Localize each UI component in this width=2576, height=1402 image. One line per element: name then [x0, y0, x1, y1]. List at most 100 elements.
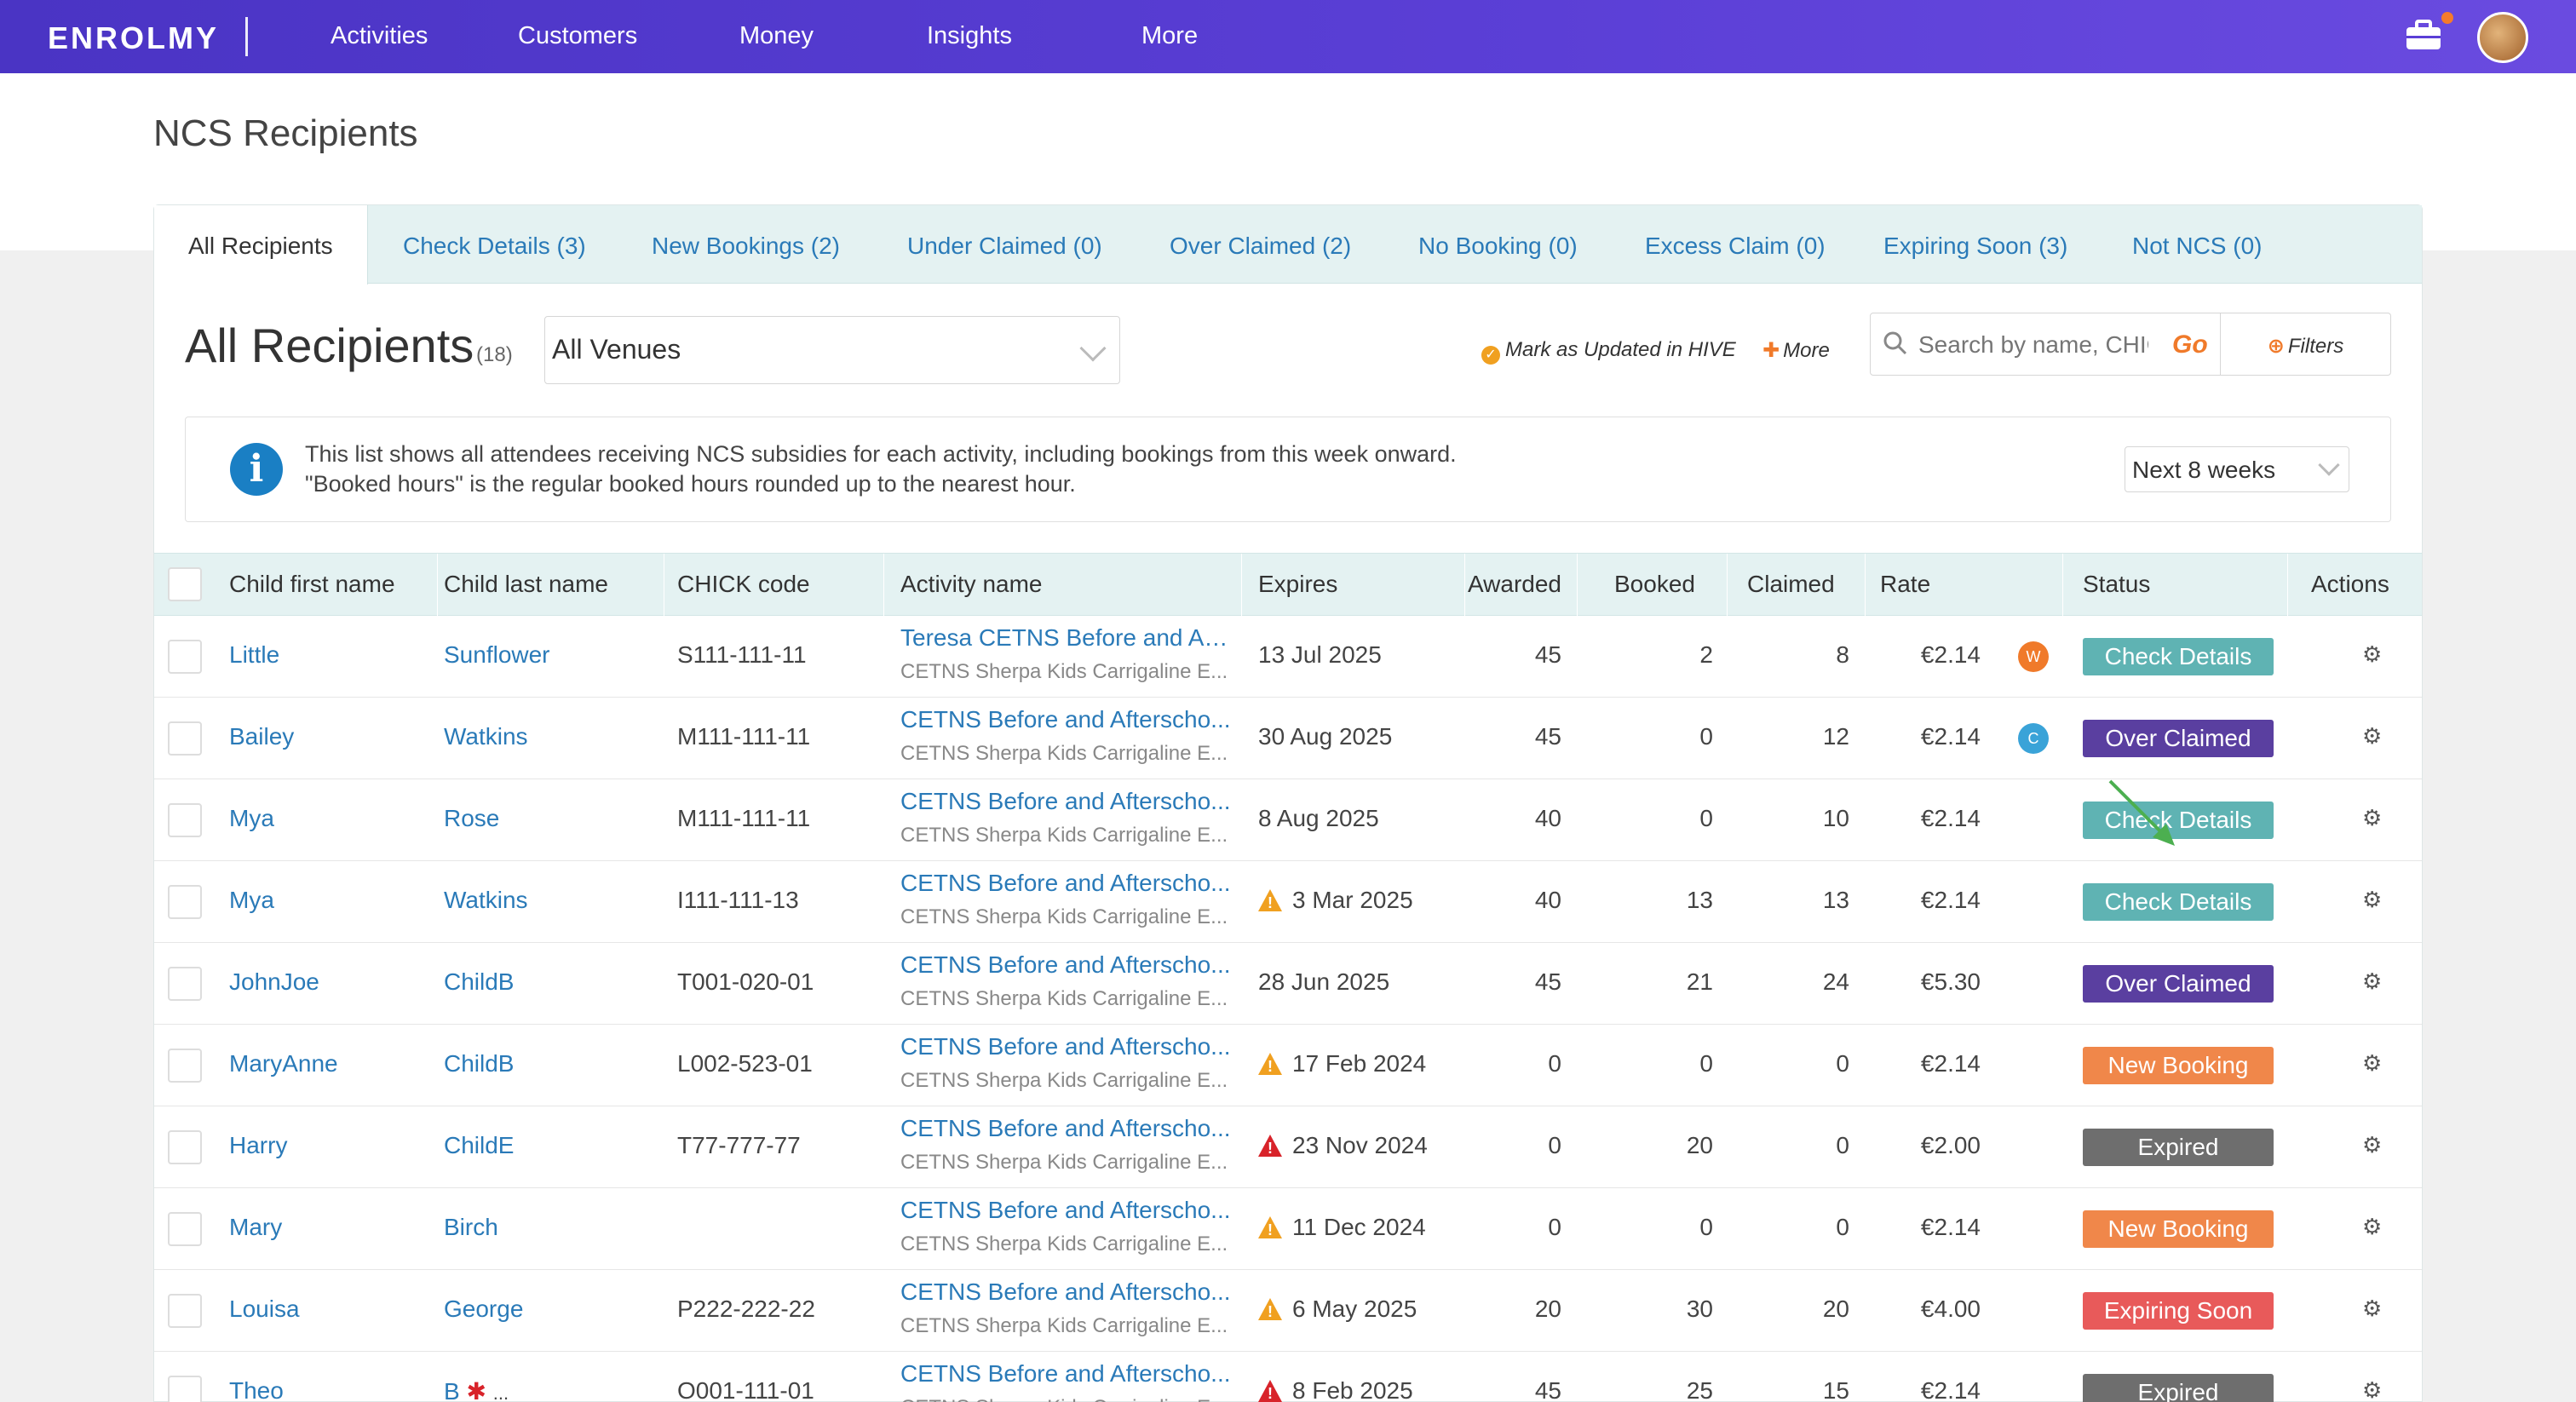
col-last-name[interactable]: Child last name [444, 571, 608, 598]
gear-icon[interactable]: ⚙ [2362, 1050, 2382, 1077]
activity-link[interactable]: CETNS Before and Afterscho... [900, 1197, 1233, 1224]
col-chick-code[interactable]: CHICK code [677, 571, 810, 598]
row-checkbox[interactable] [168, 721, 202, 756]
status-badge[interactable]: Over Claimed [2083, 965, 2274, 1003]
status-badge[interactable]: Expired [2083, 1374, 2274, 1402]
col-awarded[interactable]: Awarded [1466, 571, 1561, 598]
col-activity-name[interactable]: Activity name [900, 571, 1043, 598]
gear-icon[interactable]: ⚙ [2362, 1377, 2382, 1402]
last-name-link[interactable]: B [444, 1378, 460, 1402]
search-input[interactable] [1918, 329, 2148, 361]
last-name-link[interactable]: Watkins [444, 723, 528, 750]
table-row[interactable]: Bailey Watkins M111-111-11 CETNS Before and… [154, 698, 2422, 779]
activity-link[interactable]: CETNS Before and Afterscho... [900, 870, 1233, 897]
last-name-link[interactable]: ChildB [444, 1050, 514, 1077]
table-row[interactable]: Mya Rose M111-111-11 CETNS Before and After… [154, 779, 2422, 861]
avatar[interactable] [2477, 12, 2528, 63]
last-name-link[interactable]: Rose [444, 805, 499, 831]
last-name-link[interactable]: Birch [444, 1214, 498, 1240]
activity-link[interactable]: CETNS Before and Afterscho... [900, 951, 1233, 979]
last-name-link[interactable]: ChildB [444, 968, 514, 995]
nav-more[interactable]: More [1141, 22, 1198, 50]
gear-icon[interactable]: ⚙ [2362, 968, 2382, 995]
marker-badge[interactable]: W [2018, 641, 2049, 672]
row-checkbox[interactable] [168, 1049, 202, 1083]
table-row[interactable]: Little Sunflower S111-111-11 Teresa CETNS B… [154, 616, 2422, 698]
briefcase-icon[interactable] [2404, 19, 2443, 53]
activity-link[interactable]: CETNS Before and Afterscho... [900, 788, 1233, 815]
row-checkbox[interactable] [168, 1294, 202, 1328]
gear-icon[interactable]: ⚙ [2362, 1296, 2382, 1322]
nav-insights[interactable]: Insights [927, 22, 1012, 50]
nav-customers[interactable]: Customers [518, 22, 637, 50]
gear-icon[interactable]: ⚙ [2362, 641, 2382, 668]
first-name-link[interactable]: Bailey [229, 723, 425, 750]
row-checkbox[interactable] [168, 1130, 202, 1164]
status-badge[interactable]: Expiring Soon [2083, 1292, 2274, 1330]
gear-icon[interactable]: ⚙ [2362, 1132, 2382, 1158]
status-badge[interactable]: Expired [2083, 1129, 2274, 1166]
row-checkbox[interactable] [168, 1212, 202, 1246]
first-name-link[interactable]: Louisa [229, 1296, 425, 1323]
table-row[interactable]: Mya Watkins I111-111-13 CETNS Before and Af… [154, 861, 2422, 943]
more-actions-button[interactable]: ✚ More [1762, 338, 1830, 363]
last-name-link[interactable]: Sunflower [444, 641, 550, 668]
row-checkbox[interactable] [168, 803, 202, 837]
col-rate[interactable]: Rate [1880, 571, 1930, 598]
row-checkbox[interactable] [168, 967, 202, 1001]
status-badge[interactable]: Over Claimed [2083, 720, 2274, 757]
table-row[interactable]: MaryAnne ChildB L002-523-01 CETNS Before an… [154, 1025, 2422, 1106]
first-name-link[interactable]: Mary [229, 1214, 425, 1241]
table-row[interactable]: Theo B ✱ ... O001-111-01 CETNS Before and A… [154, 1352, 2422, 1402]
nav-money[interactable]: Money [739, 22, 814, 50]
marker-badge[interactable]: C [2018, 723, 2049, 754]
status-badge[interactable]: Check Details [2083, 883, 2274, 921]
activity-link[interactable]: CETNS Before and Afterscho... [900, 1360, 1233, 1388]
last-name-link[interactable]: ChildE [444, 1132, 514, 1158]
tab-expiring-soon[interactable]: Expiring Soon (3) [1883, 233, 2067, 260]
activity-link[interactable]: Teresa CETNS Before and Aft... [900, 624, 1233, 652]
activity-link[interactable]: CETNS Before and Afterscho... [900, 706, 1233, 733]
row-checkbox[interactable] [168, 640, 202, 674]
tab-excess-claim[interactable]: Excess Claim (0) [1645, 233, 1826, 260]
tab-check-details[interactable]: Check Details (3) [403, 233, 586, 260]
select-all-checkbox[interactable] [168, 567, 202, 601]
col-first-name[interactable]: Child first name [229, 571, 395, 598]
tab-under-claimed[interactable]: Under Claimed (0) [907, 233, 1102, 260]
gear-icon[interactable]: ⚙ [2362, 887, 2382, 913]
col-booked[interactable]: Booked [1614, 571, 1695, 598]
enrolmy-logo[interactable]: ENROLMY [48, 20, 219, 56]
tab-no-booking[interactable]: No Booking (0) [1418, 233, 1578, 260]
row-checkbox[interactable] [168, 1376, 202, 1402]
venue-select[interactable]: All Venues [544, 316, 1120, 384]
tab-new-bookings[interactable]: New Bookings (2) [652, 233, 840, 260]
gear-icon[interactable]: ⚙ [2362, 723, 2382, 750]
nav-activities[interactable]: Activities [331, 22, 428, 50]
gear-icon[interactable]: ⚙ [2362, 805, 2382, 831]
first-name-link[interactable]: Mya [229, 887, 425, 914]
tab-all-recipients[interactable]: All Recipients [154, 205, 368, 284]
first-name-link[interactable]: JohnJoe [229, 968, 425, 996]
col-claimed[interactable]: Claimed [1747, 571, 1835, 598]
gear-icon[interactable]: ⚙ [2362, 1214, 2382, 1240]
activity-link[interactable]: CETNS Before and Afterscho... [900, 1278, 1233, 1306]
weeks-select[interactable]: Next 8 weeks [2125, 446, 2349, 492]
mark-updated-button[interactable]: ✓ Mark as Updated in HIVE [1481, 338, 1736, 365]
activity-link[interactable]: CETNS Before and Afterscho... [900, 1033, 1233, 1060]
row-checkbox[interactable] [168, 885, 202, 919]
last-name-link[interactable]: George [444, 1296, 523, 1322]
table-row[interactable]: Mary Birch CETNS Before and Afterscho... CE… [154, 1188, 2422, 1270]
col-status[interactable]: Status [2083, 571, 2150, 598]
activity-link[interactable]: CETNS Before and Afterscho... [900, 1115, 1233, 1142]
status-badge[interactable]: New Booking [2083, 1210, 2274, 1248]
table-row[interactable]: Harry ChildE T77-777-77 CETNS Before and Af… [154, 1106, 2422, 1188]
table-row[interactable]: JohnJoe ChildB T001-020-01 CETNS Before and… [154, 943, 2422, 1025]
status-badge[interactable]: Check Details [2083, 638, 2274, 675]
first-name-link[interactable]: Mya [229, 805, 425, 832]
first-name-link[interactable]: Little [229, 641, 425, 669]
first-name-link[interactable]: Theo [229, 1377, 425, 1402]
last-name-link[interactable]: Watkins [444, 887, 528, 913]
filters-button[interactable]: ⊕ Filters [2221, 313, 2391, 376]
col-expires[interactable]: Expires [1258, 571, 1337, 598]
tab-not-ncs[interactable]: Not NCS (0) [2132, 233, 2262, 260]
